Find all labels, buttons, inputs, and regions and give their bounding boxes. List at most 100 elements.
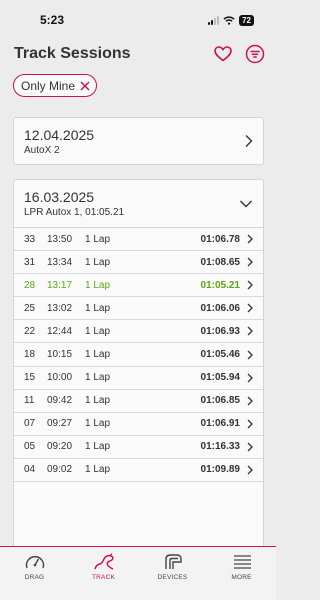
- lap-best-time: 01:05.46: [200, 349, 240, 361]
- page-title: Track Sessions: [14, 45, 131, 62]
- lap-start-time: 09:20: [47, 441, 73, 453]
- chevron-right-icon: [247, 442, 253, 452]
- tab-bar: DRAG TRACK DEVICES MORE: [0, 546, 276, 600]
- chevron-right-icon: [247, 326, 253, 336]
- lap-count: 1 Lap: [85, 233, 111, 245]
- lap-number: 07: [24, 418, 36, 430]
- filter-chip-only-mine[interactable]: Only Mine: [13, 74, 98, 97]
- lap-row[interactable]: 22 12:44 1 Lap 01:06.93: [14, 320, 263, 344]
- lap-count: 1 Lap: [85, 279, 111, 291]
- gauge-icon: [25, 555, 44, 569]
- tab-more[interactable]: MORE: [207, 547, 276, 600]
- lap-best-time: 01:06.85: [200, 395, 240, 407]
- lap-start-time: 09:02: [47, 464, 73, 476]
- lap-count: 1 Lap: [85, 349, 111, 361]
- track-icon: [93, 553, 114, 570]
- lap-row[interactable]: 11 09:42 1 Lap 01:06.85: [14, 390, 263, 413]
- chevron-right-icon: [247, 234, 253, 244]
- lap-best-time: 01:06.93: [200, 325, 240, 337]
- lap-best-time: 01:05.21: [200, 279, 240, 291]
- chevron-right-icon: [247, 257, 253, 267]
- chevron-right-icon: [247, 373, 253, 383]
- lap-count: 1 Lap: [85, 441, 111, 453]
- chevron-right-icon: [247, 396, 253, 406]
- filter-chip-label: Only Mine: [21, 78, 76, 93]
- session-card-header[interactable]: 16.03.2025 LPR Autox 1, 01:05.21: [14, 180, 263, 228]
- chevron-right-icon: [247, 419, 253, 429]
- lap-count: 1 Lap: [85, 418, 111, 430]
- signal-icon: [208, 15, 220, 25]
- lap-best-time: 01:09.89: [200, 464, 240, 476]
- status-bar: 5:23 72: [0, 0, 276, 40]
- lap-start-time: 13:02: [47, 302, 73, 314]
- status-icons: 72: [208, 14, 254, 26]
- filter-button[interactable]: [244, 43, 266, 65]
- lap-best-time: 01:08.65: [200, 256, 240, 268]
- session-card-expanded[interactable]: 16.03.2025 LPR Autox 1, 01:05.21 33 13:50…: [13, 179, 264, 557]
- lap-number: 04: [24, 464, 36, 476]
- tab-label: TRACK: [91, 574, 116, 581]
- header: Track Sessions: [0, 40, 276, 68]
- lap-start-time: 13:17: [47, 279, 73, 291]
- devices-icon: [164, 554, 182, 569]
- favorites-button[interactable]: [212, 43, 234, 65]
- session-date: 16.03.2025: [24, 189, 95, 205]
- menu-icon: [233, 555, 251, 569]
- tab-track[interactable]: TRACK: [69, 547, 138, 600]
- lap-list: 33 13:50 1 Lap 01:06.78 31 13:34 1 Lap 01:08.65…: [14, 228, 263, 483]
- lap-count: 1 Lap: [85, 464, 111, 476]
- chevron-right-icon: [247, 465, 253, 475]
- lap-best-time: 01:06.06: [200, 302, 240, 314]
- tab-devices[interactable]: DEVICES: [138, 547, 207, 600]
- lap-number: 28: [24, 279, 36, 291]
- chevron-right-icon: [245, 135, 253, 147]
- lap-number: 11: [24, 395, 35, 407]
- status-time: 5:23: [40, 13, 65, 27]
- session-subtitle: LPR Autox 1, 01:05.21: [24, 207, 125, 218]
- lap-start-time: 09:42: [47, 395, 73, 407]
- lap-row[interactable]: 07 09:27 1 Lap 01:06.91: [14, 413, 263, 436]
- session-card-header[interactable]: 12.04.2025 AutoX 2: [14, 118, 263, 164]
- filter-icon: [245, 44, 265, 64]
- lap-start-time: 13:34: [47, 256, 73, 268]
- lap-row[interactable]: 04 09:02 1 Lap 01:09.89: [14, 459, 263, 483]
- lap-start-time: 10:15: [47, 349, 73, 361]
- chevron-right-icon: [247, 303, 253, 313]
- lap-number: 25: [24, 302, 36, 314]
- lap-best-time: 01:06.91: [200, 418, 240, 430]
- lap-start-time: 10:00: [47, 372, 73, 384]
- tab-label: DEVICES: [157, 574, 188, 581]
- header-actions: [212, 43, 266, 65]
- lap-start-time: 12:44: [47, 325, 73, 337]
- lap-number: 22: [24, 325, 36, 337]
- heart-icon: [214, 46, 232, 62]
- lap-row[interactable]: 18 10:15 1 Lap 01:05.46: [14, 343, 263, 367]
- tab-drag[interactable]: DRAG: [0, 547, 69, 600]
- lap-count: 1 Lap: [85, 302, 111, 314]
- lap-number: 33: [24, 233, 36, 245]
- lap-count: 1 Lap: [85, 372, 111, 384]
- lap-best-time: 01:16.33: [200, 441, 240, 453]
- lap-number: 31: [24, 256, 36, 268]
- chevron-down-icon: [240, 200, 252, 208]
- lap-row[interactable]: 31 13:34 1 Lap 01:08.65: [14, 251, 263, 275]
- lap-row[interactable]: 33 13:50 1 Lap 01:06.78: [14, 228, 263, 252]
- tab-label: MORE: [231, 574, 252, 581]
- lap-best-time: 01:06.78: [200, 233, 240, 245]
- tab-label: DRAG: [24, 574, 45, 581]
- lap-best-time: 01:05.94: [200, 372, 240, 384]
- lap-row[interactable]: 28 13:17 1 Lap 01:05.21: [14, 274, 263, 298]
- lap-start-time: 09:27: [47, 418, 73, 430]
- wifi-icon: [223, 15, 235, 25]
- lap-start-time: 13:50: [47, 233, 73, 245]
- close-icon[interactable]: [79, 80, 91, 92]
- lap-number: 18: [24, 349, 36, 361]
- battery-icon: 72: [239, 14, 254, 26]
- lap-count: 1 Lap: [85, 395, 111, 407]
- lap-row[interactable]: 15 10:00 1 Lap 01:05.94: [14, 367, 263, 390]
- chevron-right-icon: [247, 350, 253, 360]
- lap-row[interactable]: 25 13:02 1 Lap 01:06.06: [14, 297, 263, 321]
- lap-row[interactable]: 05 09:20 1 Lap 01:16.33: [14, 436, 263, 459]
- session-card[interactable]: 12.04.2025 AutoX 2: [13, 117, 264, 165]
- lap-count: 1 Lap: [85, 256, 111, 268]
